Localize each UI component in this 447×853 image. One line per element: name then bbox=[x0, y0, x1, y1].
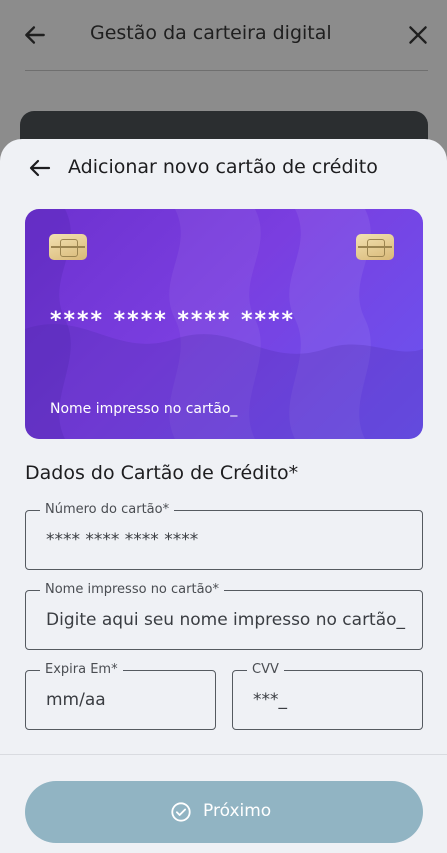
card-chip-icon bbox=[356, 234, 394, 260]
expiry-value[interactable]: mm/aa bbox=[46, 690, 106, 710]
background-divider bbox=[25, 70, 428, 71]
footer-divider bbox=[0, 754, 447, 755]
credit-card-preview: **** **** **** **** Nome impresso no car… bbox=[25, 209, 423, 439]
cvv-value[interactable]: ***_ bbox=[253, 690, 287, 710]
close-icon[interactable] bbox=[405, 22, 431, 48]
background-title: Gestão da carteira digital bbox=[90, 22, 332, 44]
card-number-value[interactable]: **** **** **** **** bbox=[46, 530, 198, 550]
printed-name-label: Nome impresso no cartão* bbox=[40, 581, 224, 599]
printed-name-value[interactable]: Digite aqui seu nome impresso no cartão_ bbox=[46, 610, 405, 630]
next-button[interactable]: Próximo bbox=[25, 781, 423, 843]
expiry-field[interactable]: Expira Em* mm/aa bbox=[25, 661, 216, 730]
next-button-label: Próximo bbox=[203, 801, 272, 821]
card-number-preview: **** **** **** **** bbox=[50, 308, 296, 333]
card-number-field[interactable]: Número do cartão* **** **** **** **** bbox=[25, 501, 423, 570]
card-name-preview: Nome impresso no cartão_ bbox=[50, 401, 238, 417]
card-number-label: Número do cartão* bbox=[40, 501, 175, 519]
expiry-label: Expira Em* bbox=[40, 661, 123, 679]
printed-name-field[interactable]: Nome impresso no cartão* Digite aqui seu… bbox=[25, 581, 423, 650]
add-card-sheet: Adicionar novo cartão de crédito **** **… bbox=[0, 139, 447, 853]
sheet-title: Adicionar novo cartão de crédito bbox=[68, 156, 378, 178]
cvv-field[interactable]: CVV ***_ bbox=[232, 661, 423, 730]
card-chip-icon bbox=[49, 234, 87, 260]
section-title: Dados do Cartão de Crédito* bbox=[25, 462, 299, 484]
check-circle-icon bbox=[171, 802, 191, 822]
background-header: Gestão da carteira digital bbox=[0, 0, 447, 72]
arrow-left-icon[interactable] bbox=[22, 22, 48, 48]
arrow-left-icon[interactable] bbox=[28, 156, 52, 180]
cvv-label: CVV bbox=[247, 661, 284, 679]
